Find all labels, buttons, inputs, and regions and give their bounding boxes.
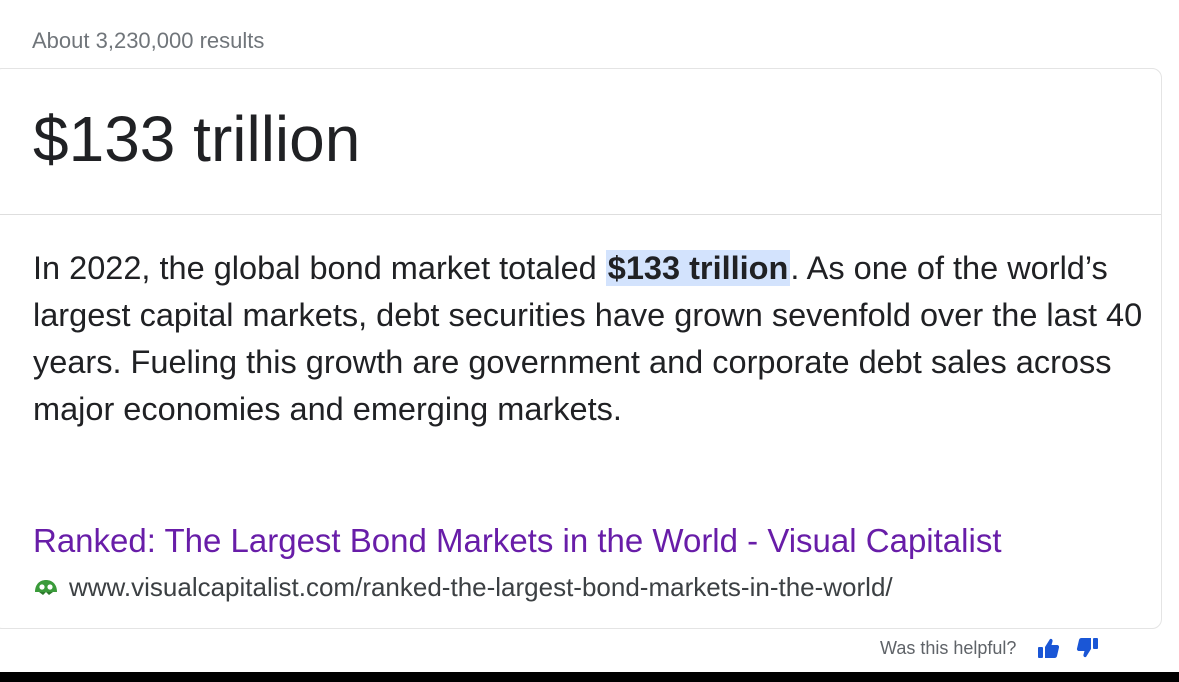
thumbs-up-icon[interactable] — [1036, 636, 1060, 660]
answer-snippet: In 2022, the global bond market totaled … — [33, 245, 1143, 433]
results-count: About 3,230,000 results — [32, 28, 265, 53]
bottom-bar — [0, 672, 1179, 682]
card-divider — [0, 214, 1161, 215]
source-url: www.visualcapitalist.com/ranked-the-larg… — [69, 571, 893, 602]
thumbs-down-icon[interactable] — [1076, 636, 1100, 660]
feedback-row: Was this helpful? — [880, 634, 1100, 662]
source-url-row: www.visualcapitalist.com/ranked-the-larg… — [33, 570, 893, 604]
site-favicon-icon — [33, 577, 59, 597]
source-link[interactable]: Ranked: The Largest Bond Markets in the … — [33, 519, 1002, 563]
snippet-highlight: $133 trillion — [605, 250, 791, 286]
answer-card: $133 trillion In 2022, the global bond m… — [0, 68, 1162, 629]
answer-title: $133 trillion — [33, 103, 361, 175]
snippet-text-before: In 2022, the global bond market totaled — [33, 250, 606, 286]
feedback-label: Was this helpful? — [880, 637, 1017, 658]
